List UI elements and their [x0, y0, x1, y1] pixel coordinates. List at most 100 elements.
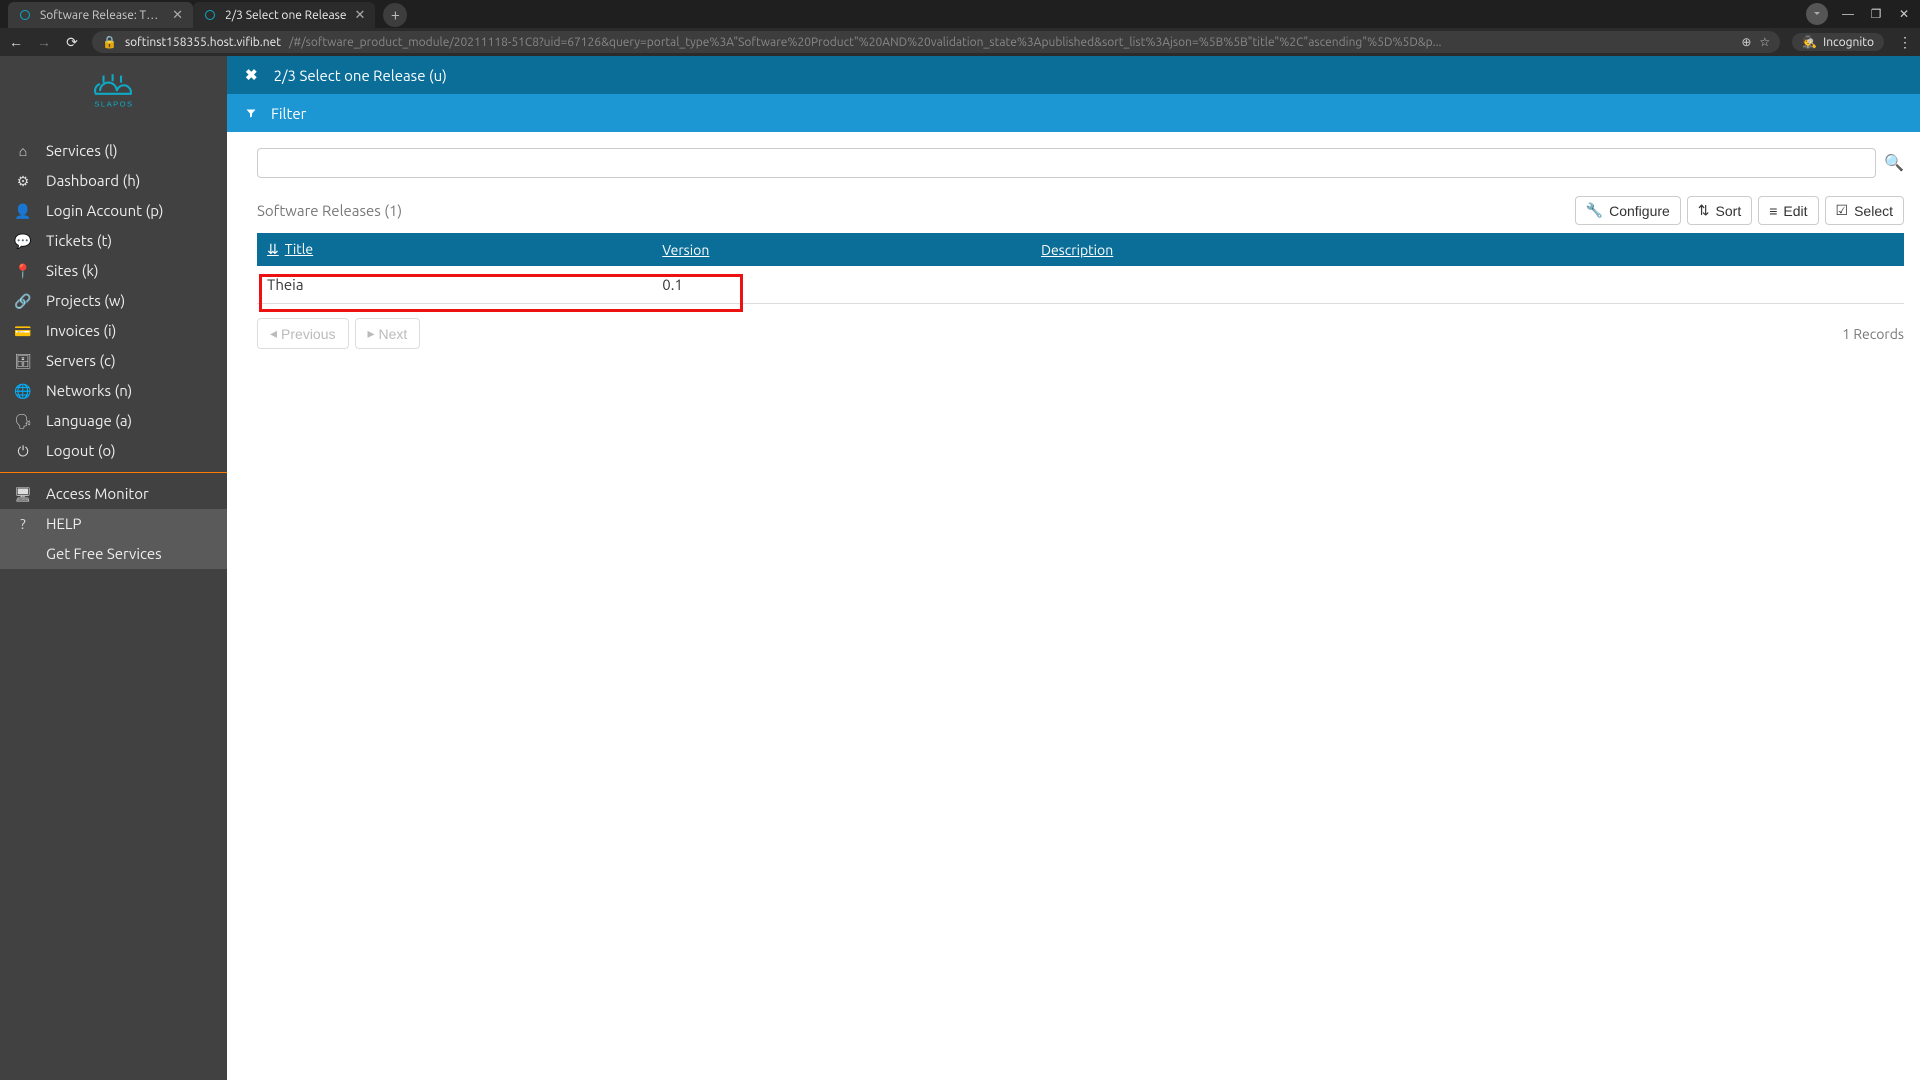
language-icon: 🗣 — [14, 410, 32, 432]
sidebar-item-label: Sites (k) — [46, 260, 99, 282]
content-area: 🔍 Software Releases (1) 🔧Configure ⇅Sort… — [227, 132, 1920, 365]
next-button[interactable]: ▸Next — [355, 318, 421, 349]
sidebar-item-servers[interactable]: 🗄Servers (c) — [0, 346, 227, 376]
new-tab-button[interactable]: + — [383, 3, 407, 27]
column-header-description[interactable]: Description — [1031, 233, 1904, 266]
action-buttons: 🔧Configure ⇅Sort ≡Edit ☑Select — [1575, 196, 1904, 225]
comments-icon: 💬 — [14, 230, 32, 252]
search-button[interactable]: 🔍 — [1884, 148, 1904, 178]
table-row[interactable]: Theia 0.1 — [257, 266, 1904, 304]
forward-icon[interactable]: → — [36, 34, 52, 50]
globe-icon: 🌐 — [14, 380, 32, 402]
cell-title: Theia — [257, 266, 652, 304]
chevron-right-icon: ▸ — [368, 325, 375, 342]
button-label: Select — [1854, 203, 1893, 219]
browser-chrome: Software Release: Theia ✕ 2/3 Select one… — [0, 0, 1920, 56]
lock-icon: 🔒 — [102, 35, 117, 49]
menu-icon[interactable]: ⋮ — [1898, 34, 1912, 51]
logo[interactable]: SLAPOS — [0, 56, 227, 126]
incognito-badge: 🕵 Incognito — [1792, 33, 1884, 51]
cell-version: 0.1 — [652, 266, 1031, 304]
sidebar-item-monitor[interactable]: 🖥 Access Monitor — [0, 479, 227, 509]
sidebar-item-label: Tickets (t) — [46, 230, 112, 252]
sidebar-item-label: Access Monitor — [46, 483, 149, 505]
back-icon[interactable]: ← — [8, 34, 24, 50]
page-header: ✖ 2/3 Select one Release (u) — [227, 56, 1920, 94]
configure-button[interactable]: 🔧Configure — [1575, 196, 1681, 225]
pager: ◂Previous ▸Next 1 Records — [257, 318, 1904, 349]
sidebar-item-label: Servers (c) — [46, 350, 116, 372]
filter-bar[interactable]: Filter — [227, 94, 1920, 132]
marker-icon: 📍 — [14, 260, 32, 282]
monitor-icon: 🖥 — [14, 483, 32, 505]
select-button[interactable]: ☑Select — [1825, 196, 1904, 225]
sidebar-item-language[interactable]: 🗣 Language (a) — [0, 406, 227, 436]
button-label: Next — [379, 326, 408, 342]
url-bar[interactable]: 🔒 softinst158355.host.vifib.net /#/softw… — [92, 31, 1780, 53]
main-panel: ✖ 2/3 Select one Release (u) Filter 🔍 So… — [227, 56, 1920, 1080]
sidebar-item-label: HELP — [46, 513, 81, 535]
search-input[interactable] — [257, 148, 1876, 178]
edit-button[interactable]: ≡Edit — [1758, 196, 1818, 225]
favicon-icon — [203, 8, 217, 22]
card-icon: 💳 — [14, 320, 32, 342]
column-label: Description — [1041, 242, 1113, 258]
star-icon[interactable]: ☆ — [1759, 35, 1770, 49]
wrench-icon: 🔧 — [1586, 202, 1603, 219]
window-controls: — ❐ ✕ — [1806, 3, 1912, 25]
tab-bar: Software Release: Theia ✕ 2/3 Select one… — [0, 0, 1920, 28]
svg-text:SLAPOS: SLAPOS — [94, 99, 133, 108]
cell-value: Theia — [267, 276, 304, 293]
browser-tab[interactable]: 2/3 Select one Release ✕ — [193, 2, 375, 28]
nav-list-primary: ⌂ Services (l) ⚙Dashboard (h) 👤Login Acco… — [0, 126, 227, 466]
sidebar-item-help[interactable]: ? HELP — [0, 509, 227, 539]
close-icon[interactable]: ✖ — [245, 66, 258, 84]
incognito-icon: 🕵 — [1802, 35, 1817, 49]
table-header-row: ⇊Title Version Description — [257, 233, 1904, 266]
sort-button[interactable]: ⇅Sort — [1687, 196, 1752, 225]
help-icon: ? — [14, 513, 32, 535]
tab-title: Software Release: Theia — [40, 9, 164, 22]
maximize-icon[interactable]: ❐ — [1868, 7, 1884, 21]
sidebar: SLAPOS ⌂ Services (l) ⚙Dashboard (h) 👤Log… — [0, 56, 227, 1080]
filter-icon — [245, 105, 257, 122]
close-icon[interactable]: ✕ — [172, 8, 183, 23]
browser-tab[interactable]: Software Release: Theia ✕ — [8, 2, 193, 28]
column-header-version[interactable]: Version — [652, 233, 1031, 266]
sidebar-item-label: Services (l) — [46, 140, 118, 162]
sidebar-item-label: Language (a) — [46, 410, 132, 432]
sidebar-item-projects[interactable]: 🔗Projects (w) — [0, 286, 227, 316]
close-icon[interactable]: ✕ — [355, 8, 366, 23]
minimize-icon[interactable]: — — [1840, 8, 1856, 21]
button-label: Sort — [1716, 203, 1742, 219]
column-header-title[interactable]: ⇊Title — [257, 233, 652, 266]
sidebar-item-freeservices[interactable]: Get Free Services — [0, 539, 227, 569]
close-window-icon[interactable]: ✕ — [1896, 7, 1912, 21]
sidebar-item-login[interactable]: 👤Login Account (p) — [0, 196, 227, 226]
sidebar-item-label: Projects (w) — [46, 290, 125, 312]
search-icon: 🔍 — [1884, 155, 1904, 172]
page-title: 2/3 Select one Release (u) — [274, 67, 447, 84]
dashboard-icon: ⚙ — [14, 170, 32, 192]
zoom-icon[interactable]: ⊕ — [1741, 35, 1751, 49]
previous-button[interactable]: ◂Previous — [257, 318, 349, 349]
favicon-icon — [18, 8, 32, 22]
sidebar-item-label: Invoices (i) — [46, 320, 116, 342]
profile-icon[interactable] — [1806, 3, 1828, 25]
releases-table: ⇊Title Version Description Theia 0.1 — [257, 233, 1904, 304]
url-host: softinst158355.host.vifib.net — [125, 36, 281, 49]
sidebar-item-label: Login Account (p) — [46, 200, 163, 222]
home-icon: ⌂ — [14, 140, 32, 162]
tab-title: 2/3 Select one Release — [225, 9, 347, 22]
table-title: Software Releases (1) — [257, 202, 402, 219]
sidebar-item-logout[interactable]: ⏻Logout (o) — [0, 436, 227, 466]
sidebar-item-networks[interactable]: 🌐Networks (n) — [0, 376, 227, 406]
sidebar-item-tickets[interactable]: 💬 Tickets (t) — [0, 226, 227, 256]
nav-bar: ← → ⟳ 🔒 softinst158355.host.vifib.net /#… — [0, 28, 1920, 56]
sidebar-item-services[interactable]: ⌂ Services (l) — [0, 136, 227, 166]
reload-icon[interactable]: ⟳ — [64, 34, 80, 51]
sidebar-item-sites[interactable]: 📍 Sites (k) — [0, 256, 227, 286]
sidebar-item-invoices[interactable]: 💳 Invoices (i) — [0, 316, 227, 346]
column-label: Version — [662, 242, 709, 258]
sidebar-item-dashboard[interactable]: ⚙Dashboard (h) — [0, 166, 227, 196]
